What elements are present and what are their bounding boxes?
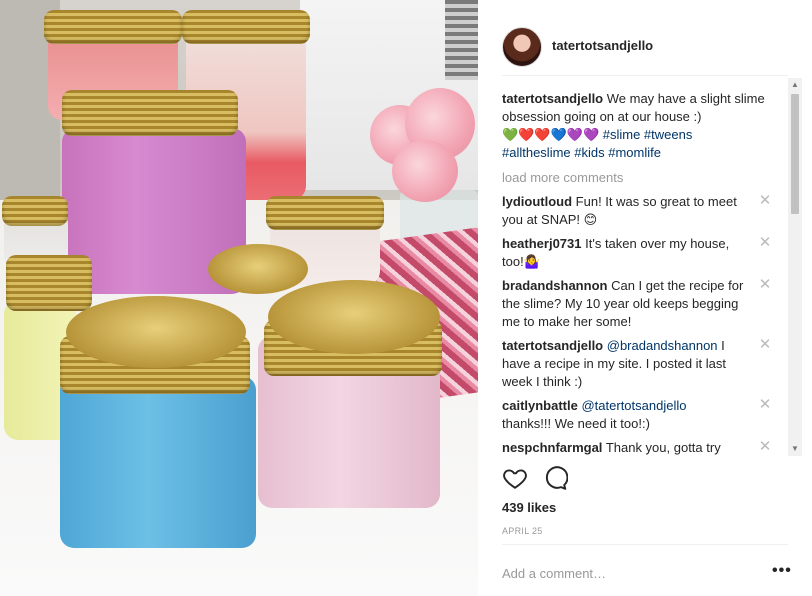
comment-username[interactable]: lydioutloud: [502, 194, 572, 209]
comments-list: tatertotsandjello We may have a slight s…: [502, 90, 772, 456]
post-details-panel: tatertotsandjello tatertotsandjello We m…: [478, 0, 812, 596]
heart-emoji-icon: 💙: [550, 127, 567, 142]
load-more-comments-link[interactable]: load more comments: [502, 170, 772, 185]
photo-window-blind: [445, 0, 478, 80]
caption-hashtags[interactable]: #alltheslime #kids #momlife: [502, 145, 661, 160]
post-photo[interactable]: [0, 0, 478, 596]
header-username[interactable]: tatertotsandjello: [552, 38, 653, 53]
photo-carnation: [392, 140, 458, 202]
comment-username[interactable]: caitlynbattle: [502, 398, 578, 413]
delete-comment-icon[interactable]: ✕: [758, 397, 772, 415]
delete-comment-icon[interactable]: ✕: [758, 337, 772, 355]
add-comment-input[interactable]: [502, 564, 742, 582]
heart-emoji-icon: ❤️: [518, 127, 535, 142]
heart-icon[interactable]: [502, 465, 528, 491]
comment-icon[interactable]: [542, 465, 568, 491]
delete-comment-icon[interactable]: ✕: [758, 277, 772, 295]
post-date: APRIL 25: [502, 526, 543, 536]
jar-lid-top: [208, 244, 308, 294]
comment: tatertotsandjello @bradandshannon I have…: [502, 337, 772, 391]
likes-count[interactable]: 439 likes: [502, 500, 556, 515]
post-header: tatertotsandjello: [502, 18, 788, 76]
scroll-down-arrow-icon[interactable]: ▼: [788, 442, 802, 456]
delete-comment-icon[interactable]: ✕: [758, 439, 772, 456]
comment-mention[interactable]: @tatertotsandjello: [581, 398, 686, 413]
jar-lid: [62, 90, 238, 136]
jar-lid: [6, 255, 92, 311]
comment-username[interactable]: heatherj0731: [502, 236, 582, 251]
comment: nespchnfarmgal Thank you, gotta try ✕: [502, 439, 772, 456]
more-options-icon[interactable]: •••: [772, 562, 792, 580]
comment-username[interactable]: nespchnfarmgal: [502, 440, 602, 455]
jar-lid: [266, 196, 384, 230]
heart-emoji-icon: 💜: [566, 127, 583, 142]
divider: [502, 544, 788, 545]
caption-username[interactable]: tatertotsandjello: [502, 91, 603, 106]
comment: heatherj0731 It's taken over my house, t…: [502, 235, 772, 271]
scroll-up-arrow-icon[interactable]: ▲: [788, 78, 802, 92]
jar-lid: [182, 10, 310, 44]
caption-hashtags[interactable]: #slime #tweens: [603, 127, 693, 142]
comment: bradandshannon Can I get the recipe for …: [502, 277, 772, 331]
heart-emoji-icon: 💜: [582, 127, 600, 142]
delete-comment-icon[interactable]: ✕: [758, 235, 772, 253]
comment-username[interactable]: tatertotsandjello: [502, 338, 603, 353]
jar-lid: [2, 196, 68, 226]
jar-lid: [44, 10, 182, 44]
comment: lydioutloud Fun! It was so great to meet…: [502, 193, 772, 229]
comments-scrollbar[interactable]: ▲ ▼: [788, 78, 802, 456]
avatar[interactable]: [502, 26, 542, 67]
scrollbar-thumb[interactable]: [791, 94, 799, 214]
caption: tatertotsandjello We may have a slight s…: [502, 90, 772, 162]
jar-blue: [60, 376, 256, 548]
comment-mention[interactable]: @bradandshannon: [607, 338, 718, 353]
delete-comment-icon[interactable]: ✕: [758, 193, 772, 211]
comment-text: Thank you, gotta try: [605, 440, 721, 455]
jar-lid-top: [66, 296, 246, 368]
comment: caitlynbattle @tatertotsandjello thanks!…: [502, 397, 772, 433]
comment-username[interactable]: bradandshannon: [502, 278, 607, 293]
heart-emoji-icon: 💚: [502, 127, 519, 142]
post-actions: [502, 462, 582, 494]
caption-emoji: 💚❤️❤️💙💜💜: [502, 127, 603, 142]
instagram-post: tatertotsandjello tatertotsandjello We m…: [0, 0, 812, 596]
heart-emoji-icon: ❤️: [534, 127, 551, 142]
jar-lid-top: [268, 280, 440, 354]
comment-text: thanks!!! We need it too!:): [502, 416, 650, 431]
